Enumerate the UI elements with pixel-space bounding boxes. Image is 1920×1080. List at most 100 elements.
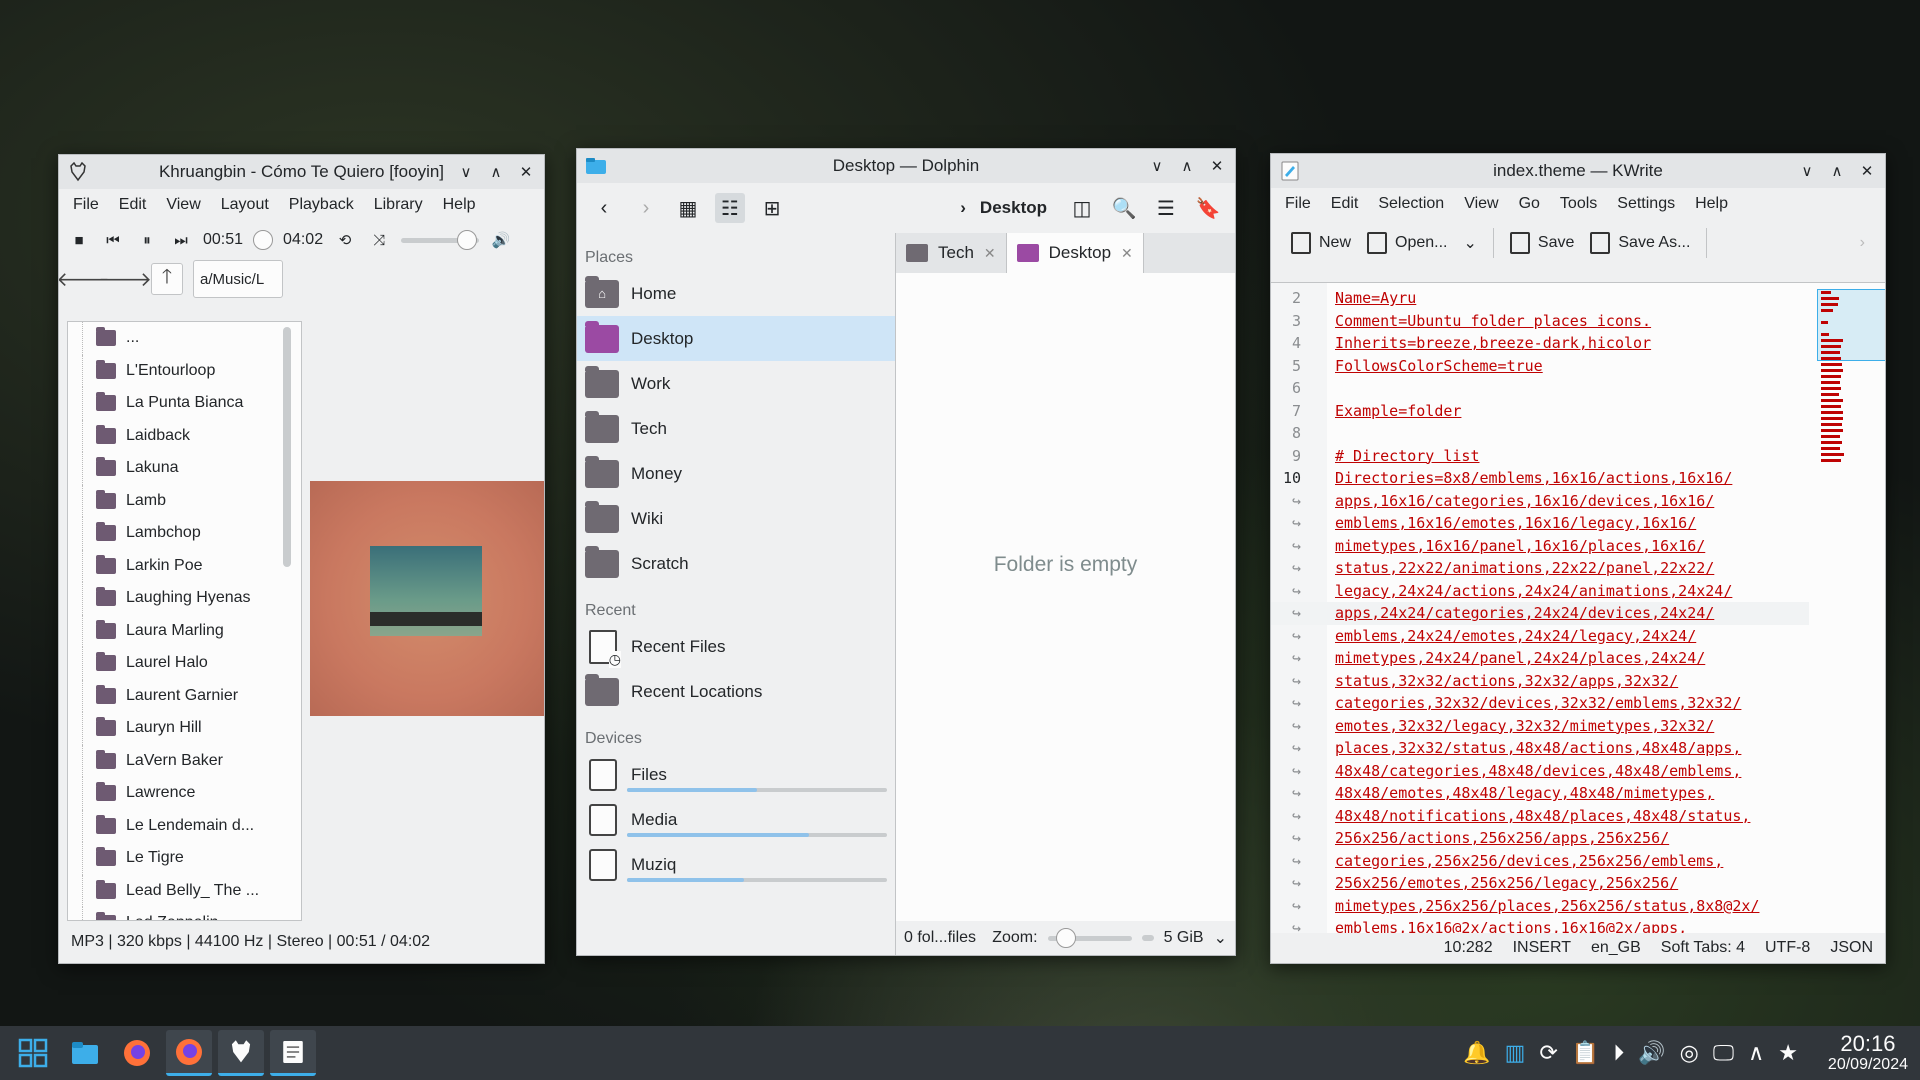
tree-folder-item[interactable]: Laurel Halo [68, 647, 301, 680]
minimize-icon[interactable]: ∨ [456, 162, 476, 182]
free-space[interactable]: 5 GiB [1164, 929, 1204, 947]
minimize-icon[interactable]: ∨ [1147, 156, 1167, 176]
back-arrow-icon[interactable]: 🡐 [59, 263, 110, 295]
menu-selection[interactable]: Selection [1368, 191, 1454, 217]
firefox-icon[interactable] [114, 1030, 160, 1076]
code-line[interactable]: 10 Directories=8x8/emblems,16x16/actions,… [1271, 467, 1809, 490]
indentation[interactable]: Soft Tabs: 4 [1661, 939, 1745, 957]
dolphin-task-icon[interactable] [62, 1030, 108, 1076]
dictionary[interactable]: en_GB [1591, 939, 1641, 957]
bookmark-icon[interactable]: 🔖 [1193, 193, 1223, 223]
menu-tools[interactable]: Tools [1550, 191, 1607, 217]
tree-folder-item[interactable]: Le Lendemain d... [68, 809, 301, 843]
hamburger-menu-icon[interactable]: ☰ [1151, 193, 1181, 223]
code-line[interactable]: ↪ 256x256/actions,256x256/apps,256x256/ [1271, 827, 1809, 850]
folder-view[interactable]: Tech ✕ Desktop ✕ Folder is empty [895, 233, 1235, 921]
minimap[interactable] [1809, 283, 1885, 503]
zoom-knob[interactable] [1055, 927, 1076, 948]
compact-view-icon[interactable]: ☷ [715, 193, 745, 223]
details-view-icon[interactable]: ⊞ [757, 193, 787, 223]
code-line[interactable]: ↪ 48x48/notifications,48x48/places,48x48/… [1271, 805, 1809, 828]
code-line[interactable]: ↪ emblems,24x24/emotes,24x24/legacy,24x24… [1271, 625, 1809, 648]
code-line[interactable]: ↪ emblems,16x16@2x/actions,16x16@2x/apps, [1271, 917, 1809, 933]
dolphin-titlebar[interactable]: Desktop — Dolphin ∨ ∧ ✕ [577, 149, 1235, 183]
code-line[interactable]: 8 [1271, 422, 1809, 445]
code-line[interactable]: ↪ mimetypes,24x24/panel,24x24/places,24x2… [1271, 647, 1809, 670]
updates-icon[interactable]: ⟳ [1539, 1040, 1557, 1066]
place-desktop[interactable]: Desktop [577, 316, 895, 361]
code-line[interactable]: ↪ categories,32x32/devices,32x32/emblems,… [1271, 692, 1809, 715]
save-as-button[interactable]: Save As... [1590, 232, 1690, 254]
device-files[interactable]: Files [577, 752, 895, 797]
stop-icon[interactable]: ■ [67, 228, 91, 252]
code-line[interactable]: ↪ emblems,16x16/emotes,16x16/legacy,16x16… [1271, 512, 1809, 535]
minimize-icon[interactable]: ∨ [1797, 161, 1817, 181]
clipboard-icon[interactable]: 📋 [1572, 1040, 1599, 1066]
toolbar-overflow-icon[interactable]: › [1860, 234, 1865, 252]
tree-folder-item[interactable]: Lambchop [68, 517, 301, 550]
code-line[interactable]: ↪ status,32x32/actions,32x32/apps,32x32/ [1271, 670, 1809, 693]
code-line[interactable]: ↪ mimetypes,256x256/places,256x256/status… [1271, 895, 1809, 918]
device-muziq[interactable]: Muziq [577, 842, 895, 887]
tree-folder-item[interactable]: Lakuna [68, 452, 301, 485]
place-home[interactable]: ⌂ Home [577, 271, 895, 316]
code-line[interactable]: 3 Comment=Ubuntu folder places icons. [1271, 310, 1809, 333]
close-tab-icon[interactable]: ✕ [984, 245, 996, 262]
tree-folder-item[interactable]: Lauryn Hill [68, 712, 301, 745]
syntax-mode[interactable]: JSON [1830, 939, 1873, 957]
menu-file[interactable]: File [1275, 191, 1321, 217]
audio-visualizer-icon[interactable]: ▥ [1505, 1040, 1526, 1066]
text-editor[interactable]: 2 Name=Ayru 3 Comment=Ubuntu folder places … [1271, 282, 1885, 933]
firefox-task-icon[interactable] [166, 1030, 212, 1076]
code-line[interactable]: 7 Example=folder [1271, 400, 1809, 423]
maximize-icon[interactable]: ∧ [1827, 161, 1847, 181]
tree-folder-item[interactable]: Led Zeppelin [68, 907, 301, 920]
shuffle-icon[interactable]: ⤨ [367, 228, 391, 252]
display-icon[interactable]: 🖵 [1713, 1040, 1734, 1066]
code-line[interactable]: ↪ categories,256x256/devices,256x256/embl… [1271, 850, 1809, 873]
menu-layout[interactable]: Layout [211, 192, 279, 218]
tree-folder-item[interactable]: Le Tigre [68, 842, 301, 875]
input-mode[interactable]: INSERT [1513, 939, 1571, 957]
place-tech[interactable]: Tech [577, 406, 895, 451]
menu-edit[interactable]: Edit [109, 192, 157, 218]
tree-folder-item[interactable]: LaVern Baker [68, 744, 301, 778]
close-tab-icon[interactable]: ✕ [1121, 245, 1133, 262]
menu-file[interactable]: File [63, 192, 109, 218]
tree-folder-item[interactable]: Larkin Poe [68, 549, 301, 583]
search-icon[interactable]: 🔍 [1109, 193, 1139, 223]
forward-icon[interactable]: › [631, 193, 661, 223]
tree-folder-item[interactable]: Laidback [68, 419, 301, 453]
code-line[interactable]: ↪ 48x48/emotes,48x48/legacy,48x48/mimetyp… [1271, 782, 1809, 805]
pause-icon[interactable]: ⏸ [135, 228, 159, 252]
tree-folder-item[interactable]: Lamb [68, 484, 301, 518]
repeat-icon[interactable]: ⟲ [333, 228, 357, 252]
device-media[interactable]: Media [577, 797, 895, 842]
code-line[interactable]: ↪ emotes,32x32/legacy,32x32/mimetypes,32x… [1271, 715, 1809, 738]
new-button[interactable]: New [1291, 232, 1351, 254]
icons-view-icon[interactable]: ▦ [673, 193, 703, 223]
menu-library[interactable]: Library [364, 192, 433, 218]
code-line[interactable]: ↪ 256x256/emotes,256x256/legacy,256x256/ [1271, 872, 1809, 895]
breadcrumb-chevron-icon[interactable]: › [960, 198, 966, 218]
menu-view[interactable]: View [1454, 191, 1508, 217]
menu-help[interactable]: Help [433, 192, 486, 218]
kwrite-task-icon[interactable] [270, 1030, 316, 1076]
volume-slider[interactable] [401, 229, 480, 250]
code-line[interactable]: 9 # Directory list [1271, 445, 1809, 468]
previous-track-icon[interactable]: ⏮ [101, 228, 125, 252]
menu-edit[interactable]: Edit [1321, 191, 1369, 217]
close-icon[interactable]: ✕ [1857, 161, 1877, 181]
breadcrumb[interactable]: Desktop [980, 198, 1047, 218]
code-line[interactable]: 6 [1271, 377, 1809, 400]
favorites-icon[interactable]: ★ [1778, 1040, 1798, 1066]
close-icon[interactable]: ✕ [1207, 156, 1227, 176]
menu-settings[interactable]: Settings [1607, 191, 1685, 217]
place-scratch[interactable]: Scratch [577, 541, 895, 586]
tab-tech[interactable]: Tech ✕ [896, 233, 1007, 273]
tree-folder-item[interactable]: ... [68, 322, 301, 355]
code-line[interactable]: ↪ apps,16x16/categories,16x16/devices,16x… [1271, 490, 1809, 513]
volume-icon[interactable]: 🔊 [1638, 1040, 1665, 1066]
forward-arrow-icon[interactable]: 🡒 [98, 263, 152, 295]
show-hidden-icons-icon[interactable]: ∧ [1748, 1040, 1764, 1066]
